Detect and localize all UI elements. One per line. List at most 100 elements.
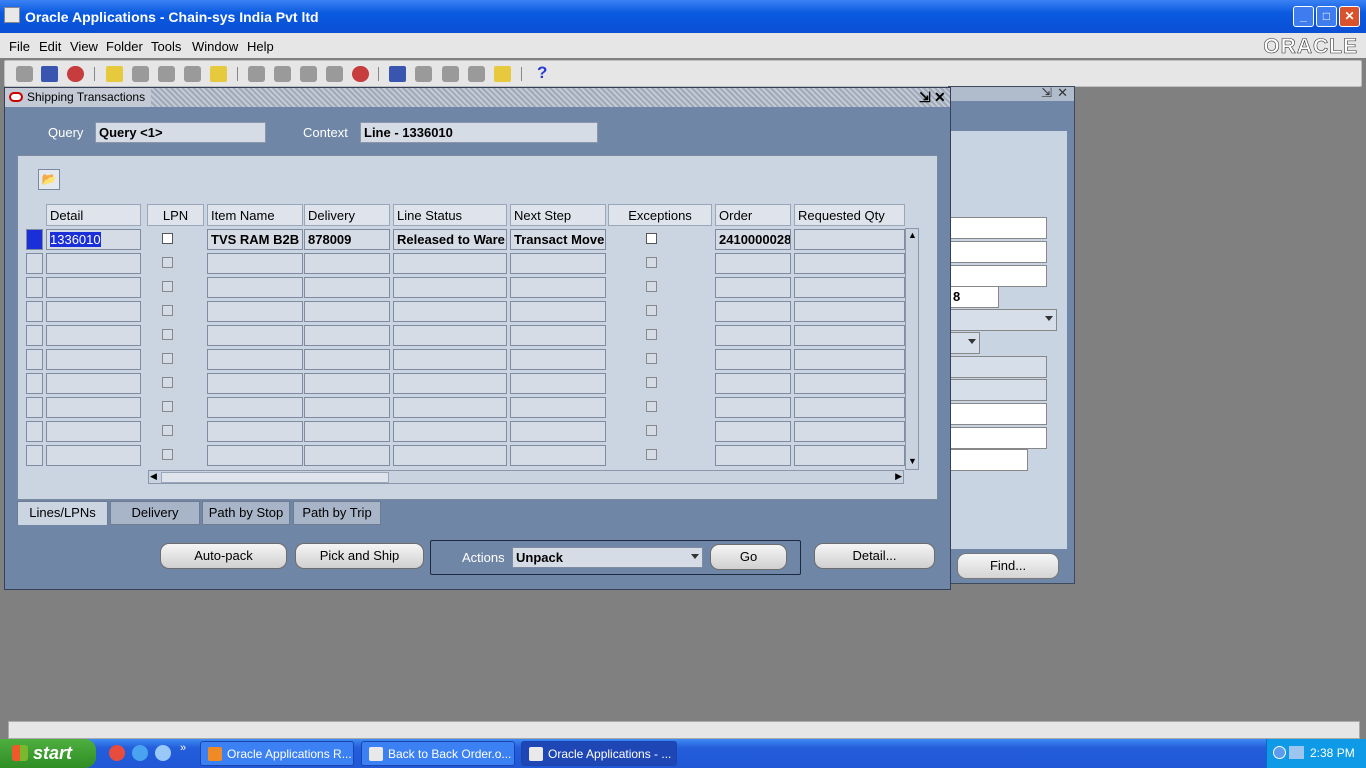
table-cell[interactable]	[46, 349, 141, 370]
lpn-checkbox[interactable]	[162, 425, 173, 436]
attachments-icon[interactable]	[468, 66, 485, 82]
row-selector[interactable]	[26, 421, 43, 442]
column-header-next-step[interactable]: Next Step	[510, 204, 606, 226]
lpn-checkbox[interactable]	[162, 401, 173, 412]
network-icon[interactable]	[1289, 746, 1304, 759]
table-cell[interactable]	[304, 301, 390, 322]
lpn-checkbox[interactable]	[162, 281, 173, 292]
scroll-left-icon[interactable]: ◀	[150, 471, 157, 482]
table-cell[interactable]	[393, 373, 507, 394]
restore-icon[interactable]: ⇲	[919, 89, 931, 106]
chrome-icon[interactable]	[109, 745, 125, 761]
exceptions-checkbox[interactable]	[646, 329, 657, 340]
row-selector[interactable]	[26, 397, 43, 418]
table-cell[interactable]	[207, 397, 303, 418]
table-cell[interactable]	[510, 373, 606, 394]
row-selector[interactable]	[26, 445, 43, 466]
exceptions-checkbox[interactable]	[646, 257, 657, 268]
new-icon[interactable]	[16, 66, 33, 82]
navigator-icon[interactable]	[67, 66, 84, 82]
menu-tools[interactable]: Tools	[151, 39, 181, 54]
exceptions-checkbox[interactable]	[646, 425, 657, 436]
table-cell[interactable]	[794, 397, 905, 418]
bg-field-partial[interactable]: 8	[949, 286, 999, 308]
exceptions-checkbox[interactable]	[646, 305, 657, 316]
scroll-thumb[interactable]	[161, 472, 389, 483]
table-cell[interactable]	[207, 349, 303, 370]
table-cell[interactable]	[510, 421, 606, 442]
translations-icon[interactable]	[442, 66, 459, 82]
cell-requested-qty[interactable]	[794, 229, 905, 250]
pick-and-ship-button[interactable]: Pick and Ship	[295, 543, 424, 569]
folder-open-icon[interactable]: 📂	[38, 169, 60, 190]
column-header-requested-qty[interactable]: Requested Qty	[794, 204, 905, 226]
bg-field[interactable]	[949, 265, 1047, 287]
table-cell[interactable]	[715, 277, 791, 298]
folder-tools-icon[interactable]	[494, 66, 511, 82]
column-header-delivery[interactable]: Delivery	[304, 204, 390, 226]
table-cell[interactable]	[794, 349, 905, 370]
cell-detail[interactable]: 1336010	[46, 229, 141, 250]
table-cell[interactable]	[715, 325, 791, 346]
print-icon[interactable]	[184, 66, 201, 82]
exceptions-checkbox[interactable]	[646, 353, 657, 364]
lpn-checkbox[interactable]	[162, 353, 173, 364]
lpn-checkbox[interactable]	[162, 377, 173, 388]
menu-file[interactable]: File	[9, 39, 30, 54]
table-cell[interactable]	[304, 445, 390, 466]
auto-pack-button[interactable]: Auto-pack	[160, 543, 287, 569]
start-button[interactable]: start	[0, 739, 96, 768]
table-cell[interactable]	[510, 325, 606, 346]
table-cell[interactable]	[46, 325, 141, 346]
exceptions-checkbox[interactable]	[646, 401, 657, 412]
table-cell[interactable]	[794, 301, 905, 322]
table-cell[interactable]	[393, 325, 507, 346]
table-cell[interactable]	[393, 445, 507, 466]
close-icon[interactable]: ✕	[1057, 85, 1068, 101]
exceptions-checkbox[interactable]	[646, 377, 657, 388]
table-cell[interactable]	[794, 325, 905, 346]
show-desktop-icon[interactable]	[155, 745, 171, 761]
row-selector[interactable]	[26, 349, 43, 370]
table-cell[interactable]	[304, 253, 390, 274]
table-cell[interactable]	[46, 445, 141, 466]
lpn-checkbox[interactable]	[162, 305, 173, 316]
tab-delivery[interactable]: Delivery	[110, 501, 200, 525]
internet-explorer-icon[interactable]	[132, 745, 148, 761]
cell-line-status[interactable]: Released to Ware	[393, 229, 507, 250]
minimize-button[interactable]: _	[1293, 6, 1314, 27]
close-icon[interactable]: ✕	[934, 89, 946, 106]
save-icon[interactable]	[106, 66, 123, 82]
lpn-checkbox[interactable]	[162, 449, 173, 460]
menu-window[interactable]: Window	[192, 39, 238, 54]
lpn-checkbox[interactable]	[162, 257, 173, 268]
lpn-checkbox[interactable]	[162, 329, 173, 340]
close-button[interactable]: ✕	[1339, 6, 1360, 27]
table-cell[interactable]	[207, 421, 303, 442]
table-cell[interactable]	[393, 397, 507, 418]
bg-dropdown[interactable]	[949, 309, 1057, 331]
table-cell[interactable]	[393, 277, 507, 298]
table-cell[interactable]	[510, 349, 606, 370]
cell-delivery[interactable]: 878009	[304, 229, 390, 250]
table-cell[interactable]	[393, 253, 507, 274]
task-oracle-applications[interactable]: Oracle Applications - ...	[521, 741, 677, 766]
query-field[interactable]: Query <1>	[95, 122, 266, 143]
find-icon[interactable]	[41, 66, 58, 82]
table-cell[interactable]	[715, 253, 791, 274]
table-cell[interactable]	[46, 373, 141, 394]
table-cell[interactable]	[207, 253, 303, 274]
bg-field[interactable]	[949, 379, 1047, 401]
switch-responsibility-icon[interactable]	[158, 66, 175, 82]
table-cell[interactable]	[46, 301, 141, 322]
bg-field[interactable]	[949, 356, 1047, 378]
row-selector[interactable]	[26, 277, 43, 298]
bg-field[interactable]	[949, 403, 1047, 425]
bg-dropdown[interactable]	[949, 332, 980, 354]
table-cell[interactable]	[304, 277, 390, 298]
scroll-down-icon[interactable]: ▼	[908, 456, 917, 466]
menu-edit[interactable]: Edit	[39, 39, 61, 54]
bg-field[interactable]	[949, 449, 1028, 471]
table-cell[interactable]	[794, 373, 905, 394]
column-header-detail[interactable]: Detail	[46, 204, 141, 226]
